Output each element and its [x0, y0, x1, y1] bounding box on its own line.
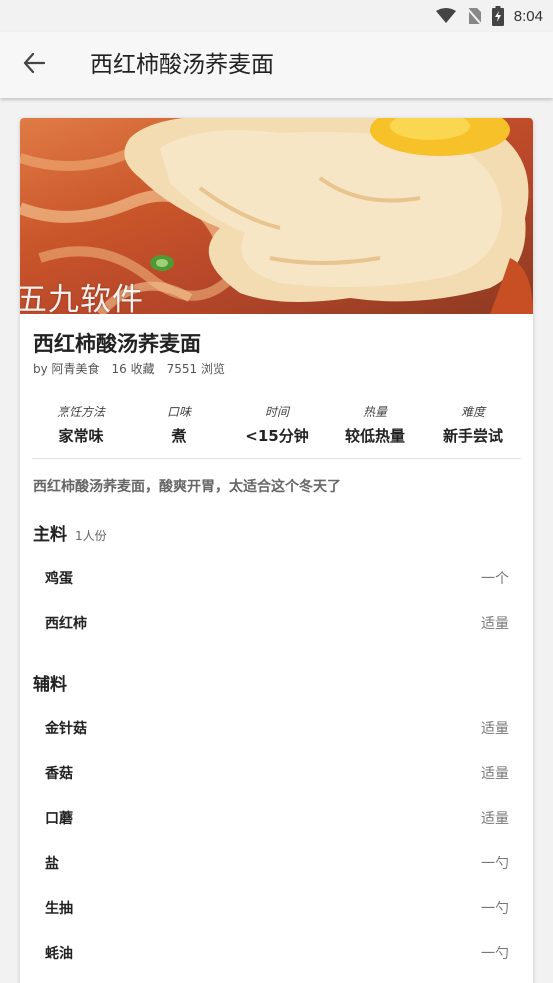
recipe-favorites: 16 收藏 — [111, 362, 155, 376]
ingredient-row: 香菇 适量 — [20, 750, 533, 795]
ingredient-name: 口蘑 — [45, 810, 73, 827]
ingredient-row: 蚝油 一勺 — [20, 930, 533, 975]
ingredient-row: 生抽 一勺 — [20, 885, 533, 930]
attribute-label: 时间 — [264, 405, 289, 419]
attribute-value: 较低热量 — [344, 427, 405, 445]
arrow-left-icon — [23, 52, 46, 77]
wifi-icon — [435, 8, 456, 24]
attribute-flavor: 口味 煮 — [130, 404, 228, 458]
recipe-card[interactable]: 五九软件 西红柿酸汤荞麦面 by 阿青美食 16 收藏 7551 浏览 烹饪方法… — [20, 118, 533, 983]
back-button[interactable] — [18, 49, 50, 81]
battery-charging-icon — [491, 6, 504, 26]
main-ingredients-header: 主料 1人份 — [33, 520, 107, 545]
servings-label: 1人份 — [75, 529, 107, 543]
recipe-description: 西红柿酸汤荞麦面，酸爽开胃，太适合这个冬天了 — [33, 479, 341, 495]
ingredient-qty: 适量 — [481, 765, 509, 782]
attribute-value: 煮 — [171, 427, 187, 445]
ingredient-qty: 一勺 — [481, 855, 509, 872]
recipe-attributes: 烹饪方法 家常味 口味 煮 时间 <15分钟 热量 较低热量 难度 新手尝试 — [20, 404, 533, 458]
ingredient-name: 西红柿 — [45, 615, 87, 632]
ingredient-name: 香菇 — [45, 765, 73, 782]
attribute-calories: 热量 较低热量 — [326, 404, 424, 458]
ingredient-qty: 适量 — [481, 615, 509, 632]
attribute-label: 口味 — [166, 405, 191, 419]
ingredient-row: 口蘑 适量 — [20, 795, 533, 840]
page-title: 西红柿酸汤荞麦面 — [90, 52, 274, 78]
recipe-hero-image: 五九软件 — [20, 118, 533, 314]
ingredient-qty: 一个 — [481, 570, 509, 587]
attribute-difficulty: 难度 新手尝试 — [424, 404, 522, 458]
ingredient-row: 金针菇 适量 — [20, 705, 533, 750]
attribute-time: 时间 <15分钟 — [228, 404, 326, 458]
status-time: 8:04 — [513, 7, 543, 25]
attribute-value: <15分钟 — [245, 427, 309, 445]
status-icons: 8:04 — [435, 6, 543, 26]
app-bar: 西红柿酸汤荞麦面 — [0, 32, 553, 98]
attribute-label: 热量 — [362, 405, 387, 419]
auxiliary-ingredients-header: 辅料 — [33, 670, 67, 695]
divider — [32, 458, 521, 459]
ingredient-row: 西红柿 适量 — [20, 600, 533, 645]
recipe-title: 西红柿酸汤荞麦面 — [33, 332, 201, 356]
ingredient-name: 蚝油 — [45, 945, 73, 962]
watermark-text: 五九软件 — [20, 282, 144, 314]
section-title: 主料 — [33, 525, 67, 545]
attribute-cooking-method: 烹饪方法 家常味 — [32, 404, 130, 458]
attribute-label: 难度 — [460, 405, 485, 419]
ingredient-qty: 一勺 — [481, 945, 509, 962]
ingredient-qty: 一勺 — [481, 900, 509, 917]
attribute-label: 烹饪方法 — [56, 405, 105, 419]
attribute-value: 新手尝试 — [442, 427, 503, 445]
ingredient-name: 盐 — [45, 855, 59, 872]
ingredient-row: 鸡蛋 一个 — [20, 555, 533, 600]
recipe-meta: by 阿青美食 16 收藏 7551 浏览 — [33, 360, 225, 377]
ingredient-qty: 适量 — [481, 810, 509, 827]
ingredient-name: 金针菇 — [45, 720, 87, 737]
recipe-views: 7551 浏览 — [166, 362, 225, 376]
ingredient-row: 盐 一勺 — [20, 840, 533, 885]
attribute-value: 家常味 — [58, 427, 104, 445]
no-sim-icon — [466, 7, 482, 25]
ingredient-qty: 适量 — [481, 720, 509, 737]
ingredient-name: 鸡蛋 — [45, 570, 73, 587]
recipe-author[interactable]: by 阿青美食 — [33, 360, 100, 377]
ingredient-name: 生抽 — [45, 900, 73, 917]
section-title: 辅料 — [33, 675, 67, 695]
status-bar: 8:04 — [0, 0, 553, 32]
